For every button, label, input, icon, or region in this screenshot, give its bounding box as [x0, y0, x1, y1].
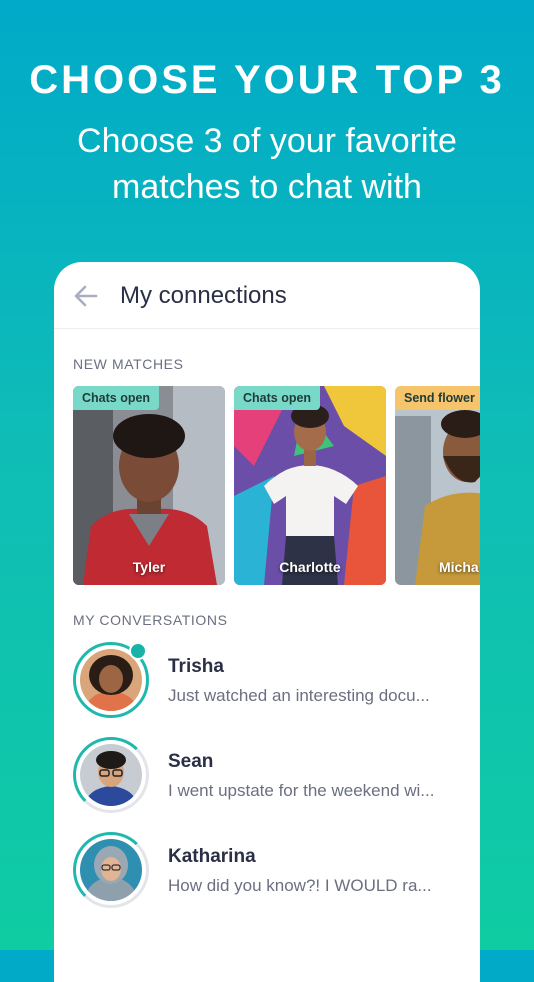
match-card[interactable]: Chats open Tyler	[73, 386, 225, 585]
conversation-preview: How did you know?! I WOULD ra...	[168, 876, 432, 895]
page-title: My connections	[120, 282, 287, 309]
subheadline: Choose 3 of your favorite matches to cha…	[77, 122, 457, 206]
conversation-preview: Just watched an interesting docu...	[168, 686, 430, 705]
match-name: Tyler	[132, 559, 166, 575]
conversation-name: Trisha	[168, 656, 224, 677]
headline: CHOOSE YOUR TOP 3	[29, 58, 505, 102]
new-matches-label: NEW MATCHES	[73, 356, 184, 372]
chats-open-badge: Chats open	[73, 386, 160, 410]
phone-screen: My connections NEW MATCHES Chats open Ty…	[54, 262, 480, 982]
match-photo	[395, 386, 480, 585]
match-card[interactable]: Chats open Charlotte	[234, 386, 386, 585]
match-photo	[73, 386, 225, 585]
conversation-item[interactable]: Sean I went upstate for the weekend wi..…	[73, 737, 473, 815]
avatar	[73, 832, 149, 908]
top-bar: My connections	[54, 262, 480, 329]
chats-open-badge: Chats open	[234, 386, 321, 410]
match-card[interactable]: Send flower Micha	[395, 386, 480, 585]
match-name: Charlotte	[279, 559, 341, 575]
conversation-item[interactable]: Trisha Just watched an interesting docu.…	[73, 642, 473, 720]
conversation-name: Katharina	[168, 846, 256, 867]
conversation-item[interactable]: Katharina How did you know?! I WOULD ra.…	[73, 832, 473, 910]
conversation-name: Sean	[168, 751, 214, 772]
new-matches-carousel[interactable]: Chats open Tyler Chats open Charlotte Se…	[73, 386, 480, 586]
send-flower-badge: Send flower	[395, 386, 480, 410]
match-photo	[234, 386, 386, 585]
online-indicator	[129, 642, 147, 660]
my-conversations-label: MY CONVERSATIONS	[73, 612, 228, 628]
conversation-preview: I went upstate for the weekend wi...	[168, 781, 435, 800]
arrow-left-icon[interactable]	[72, 282, 100, 310]
match-name: Micha	[439, 559, 479, 575]
avatar	[73, 737, 149, 813]
